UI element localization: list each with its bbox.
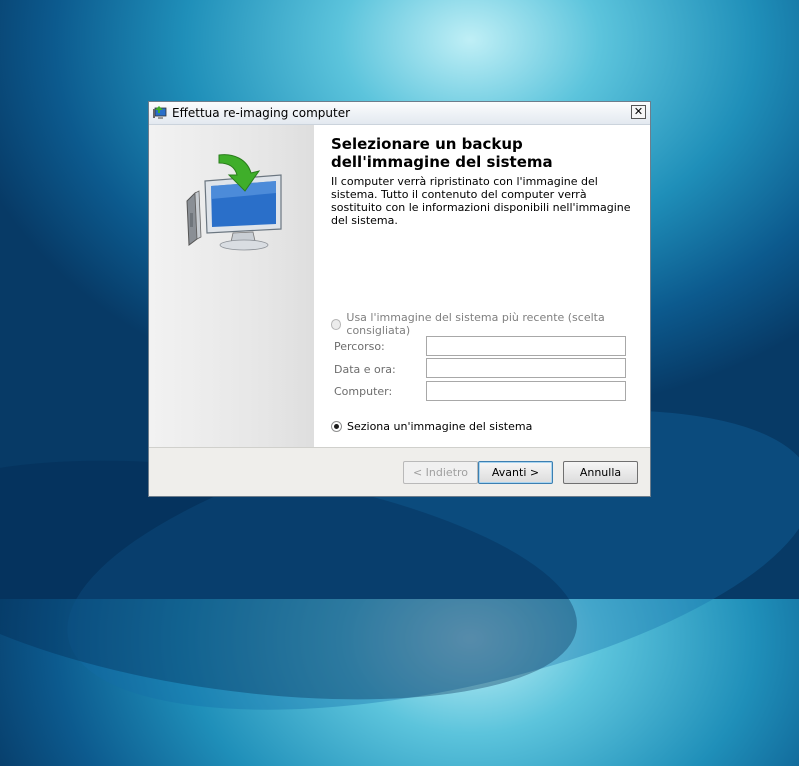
button-bar: < Indietro Avanti > Annulla: [149, 447, 650, 496]
cancel-button[interactable]: Annulla: [563, 461, 638, 484]
use-latest-image-option[interactable]: Usa l'immagine del sistema più recente (…: [331, 311, 650, 337]
select-image-option[interactable]: Seziona un'immagine del sistema: [331, 420, 532, 433]
back-button[interactable]: < Indietro: [403, 461, 478, 484]
reimage-dialog: Effettua re-imaging computer ✕ Seleziona…: [148, 101, 651, 497]
window-title: Effettua re-imaging computer: [172, 106, 351, 120]
path-field[interactable]: [426, 336, 626, 356]
page-heading: Selezionare un backup dell'immagine del …: [331, 135, 553, 171]
computer-label: Computer:: [334, 385, 393, 398]
select-image-radio[interactable]: [331, 421, 342, 432]
use-latest-image-radio[interactable]: [331, 318, 342, 330]
backup-restore-icon: [153, 106, 167, 119]
close-button[interactable]: ✕: [631, 105, 646, 119]
use-latest-image-label: Usa l'immagine del sistema più recente (…: [346, 311, 605, 337]
computer-field[interactable]: [426, 381, 626, 401]
select-image-label: Seziona un'immagine del sistema: [347, 420, 533, 433]
close-icon: ✕: [633, 105, 644, 118]
path-label: Percorso:: [334, 340, 385, 353]
page-description: Il computer verrà ripristinato con l'imm…: [331, 175, 631, 227]
title-bar[interactable]: Effettua re-imaging computer ✕: [149, 102, 650, 125]
next-button[interactable]: Avanti >: [478, 461, 553, 484]
datetime-label: Data e ora:: [334, 363, 396, 376]
wizard-content: Selezionare un backup dell'immagine del …: [149, 125, 650, 447]
datetime-field[interactable]: [426, 358, 626, 378]
monitor-restore-arrow-icon: [186, 154, 282, 251]
side-panel: [149, 125, 314, 447]
